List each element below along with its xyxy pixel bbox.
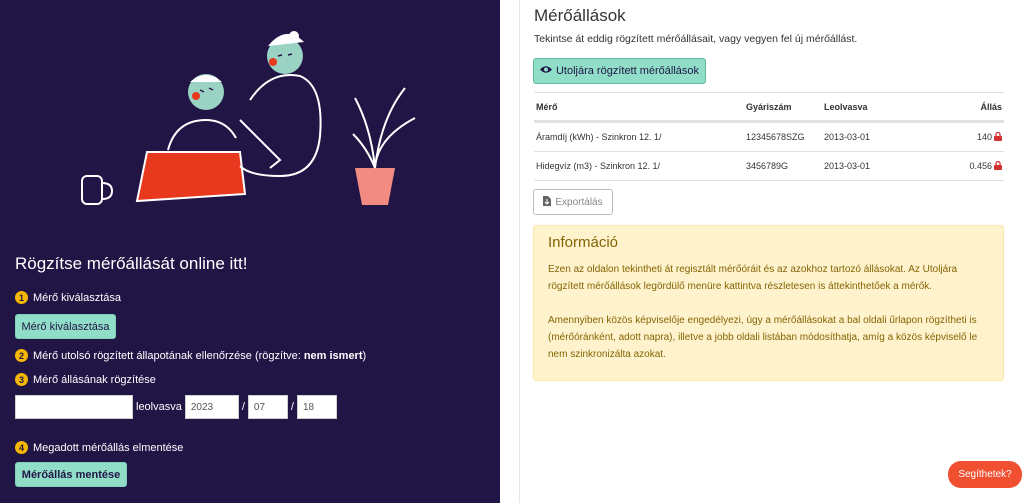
page-title: Rögzítse mérőállását online itt! [15, 254, 248, 273]
cell-date: 2013-03-01 [824, 132, 871, 142]
select-meter-button[interactable]: Mérő kiválasztása [15, 314, 116, 339]
left-panel: Rögzítse mérőállását online itt! 1 Mérő … [0, 0, 500, 503]
step-label: Megadott mérőállás elmentése [33, 441, 184, 454]
export-label: Exportálás [555, 196, 603, 208]
info-title: Információ [548, 234, 619, 251]
day-input[interactable]: 18 [296, 395, 337, 419]
cell-serial: 12345678SZG [746, 132, 805, 142]
eye-icon [539, 65, 552, 77]
step-number: 2 [15, 349, 28, 362]
illustration [81, 31, 416, 205]
right-panel: Mérőállások Tekintse át eddig rögzített … [519, 0, 1024, 503]
step-3: 3 Mérő állásának rögzítése [15, 373, 156, 386]
table-row[interactable]: Hidegvíz (m3) - Szinkron 12. 1/ 3456789G… [534, 151, 1004, 180]
cell-date: 2013-03-01 [824, 161, 871, 171]
info-box: Információ Ezen az oldalon tekintheti át… [533, 225, 1004, 381]
last-readings-button[interactable]: Utoljára rögzített mérőállások [533, 58, 706, 84]
person-1 [167, 74, 237, 151]
help-button[interactable]: Segíthetek? [948, 461, 1022, 488]
step-label: Mérő állásának rögzítése [33, 373, 156, 386]
step-2: 2 Mérő utolsó rögzített állapotának elle… [15, 349, 366, 362]
value-text: 0.456 [969, 161, 992, 171]
lock-icon [994, 160, 1002, 172]
month-input[interactable]: 07 [247, 395, 288, 419]
col-date: Leolvasva [824, 101, 868, 112]
last-reading-status: nem ismert [303, 349, 363, 362]
step-label: Mérő utolsó rögzített állapotának ellenő… [33, 349, 301, 362]
step-number: 3 [15, 373, 28, 386]
col-serial: Gyáriszám [746, 101, 792, 112]
col-meter: Mérő [536, 101, 558, 112]
reading-row: leolvasva 2023 / 07 / 18 [15, 395, 337, 419]
cell-value: 0.456 [920, 160, 1004, 172]
info-paragraph-1: Ezen az oldalon tekintheti át regisztált… [548, 264, 958, 292]
section-title: Mérőállások [534, 6, 626, 25]
step-number: 1 [15, 291, 28, 304]
lock-icon [994, 131, 1002, 143]
read-date-label: leolvasva [136, 401, 182, 413]
cell-serial: 3456789G [746, 161, 789, 171]
value-text: 140 [976, 132, 992, 142]
file-icon [543, 196, 552, 208]
col-value: Állás [980, 101, 1002, 112]
mug-icon [81, 175, 114, 205]
date-separator: / [290, 401, 294, 413]
cell-meter: Hidegvíz (m3) - Szinkron 12. 1/ [536, 161, 661, 171]
section-description: Tekintse át eddig rögzített mérőállásait… [534, 33, 858, 45]
table-header: Mérő Gyáriszám Leolvasva Állás [534, 92, 1004, 122]
step-1: 1 Mérő kiválasztása [15, 291, 121, 304]
panel-divider [519, 0, 520, 503]
step-number: 4 [15, 441, 28, 454]
plant-icon [352, 87, 416, 205]
table-bottom-border [534, 180, 1004, 181]
year-input[interactable]: 2023 [184, 395, 239, 419]
meter-value-input[interactable] [15, 395, 133, 419]
laptop-screen [135, 151, 247, 203]
export-button[interactable]: Exportálás [533, 189, 613, 215]
save-reading-button[interactable]: Mérőállás mentése [15, 462, 127, 487]
table-row[interactable]: Áramdíj (kWh) - Szinkron 12. 1/ 12345678… [534, 122, 1004, 151]
person-2 [239, 31, 322, 178]
step-label: Mérő kiválasztása [33, 291, 122, 304]
readings-table: Mérő Gyáriszám Leolvasva Állás Áramdíj (… [534, 92, 1004, 180]
step-label-suffix: ) [362, 349, 367, 362]
last-readings-label: Utoljára rögzített mérőállások [555, 65, 700, 77]
step-4: 4 Megadott mérőállás elmentése [15, 441, 183, 454]
page-root: Rögzítse mérőállását online itt! 1 Mérő … [0, 0, 1024, 503]
date-separator: / [241, 401, 245, 413]
info-paragraph-2: Amennyiben közös képviselője engedélyezi… [548, 315, 978, 360]
cell-value: 140 [920, 131, 1004, 143]
cell-meter: Áramdíj (kWh) - Szinkron 12. 1/ [536, 132, 662, 142]
